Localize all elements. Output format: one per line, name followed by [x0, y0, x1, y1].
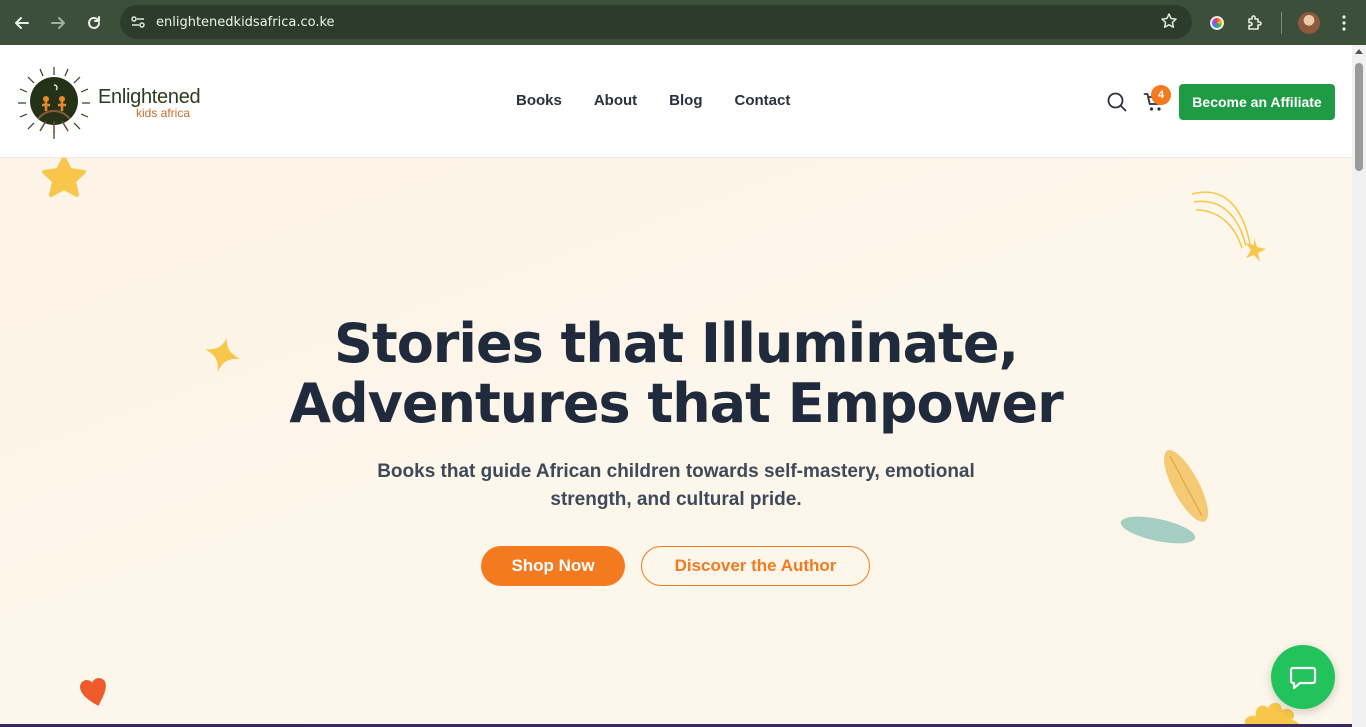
main-nav: Books About Blog Contact [516, 92, 822, 109]
reload-icon[interactable] [76, 5, 112, 41]
nav-about[interactable]: About [594, 92, 637, 109]
site-header: Enlightened kids africa Books About Blog… [0, 45, 1352, 158]
address-bar[interactable]: enlightenedkidsafrica.co.ke [120, 5, 1192, 39]
hero-title: Stories that Illuminate, Adventures that… [0, 314, 1352, 434]
back-icon[interactable] [4, 5, 40, 41]
hero-section: Stories that Illuminate, Adventures that… [0, 158, 1352, 724]
browser-toolbar: enlightenedkidsafrica.co.ke [0, 0, 1366, 45]
nav-books[interactable]: Books [516, 92, 562, 109]
bookmark-star-icon[interactable] [1160, 12, 1178, 34]
menu-kebab-icon[interactable] [1334, 13, 1354, 33]
hero-subtitle-line1: Books that guide African children toward… [377, 461, 975, 482]
toolbar-divider [1281, 11, 1282, 34]
discover-author-button[interactable]: Discover the Author [641, 546, 870, 586]
hero-title-line1: Stories that Illuminate, [334, 312, 1019, 375]
hero-subtitle-line2: strength, and cultural pride. [550, 489, 802, 510]
site-settings-icon[interactable] [128, 12, 148, 32]
chat-button[interactable] [1271, 645, 1335, 709]
search-icon[interactable] [1106, 91, 1128, 113]
extension-color-icon[interactable] [1207, 12, 1227, 33]
hero-subtitle: Books that guide African children toward… [356, 458, 996, 514]
forward-icon[interactable] [40, 5, 76, 41]
heart-decoration-icon [80, 677, 106, 706]
scroll-up-arrow[interactable] [1355, 49, 1363, 54]
hero-title-line2: Adventures that Empower [289, 372, 1064, 435]
become-affiliate-button[interactable]: Become an Affiliate [1179, 84, 1335, 120]
url-text[interactable]: enlightenedkidsafrica.co.ke [156, 15, 335, 30]
logo-sun-tree-icon [18, 67, 90, 139]
scroll-thumb[interactable] [1355, 63, 1363, 171]
shop-now-button[interactable]: Shop Now [481, 546, 625, 586]
extensions-puzzle-icon[interactable] [1245, 13, 1265, 33]
leaves-decoration-icon [1120, 450, 1209, 544]
star-decoration-icon [42, 158, 86, 197]
nav-contact[interactable]: Contact [735, 92, 791, 109]
site-logo[interactable]: Enlightened kids africa [16, 65, 216, 141]
chat-bubble-icon [1289, 666, 1317, 690]
shooting-star-decoration-icon [1191, 191, 1266, 262]
nav-blog[interactable]: Blog [669, 92, 702, 109]
page-scrollbar[interactable] [1352, 45, 1366, 727]
cart-count-badge: 4 [1151, 85, 1171, 105]
profile-avatar[interactable] [1298, 11, 1320, 34]
